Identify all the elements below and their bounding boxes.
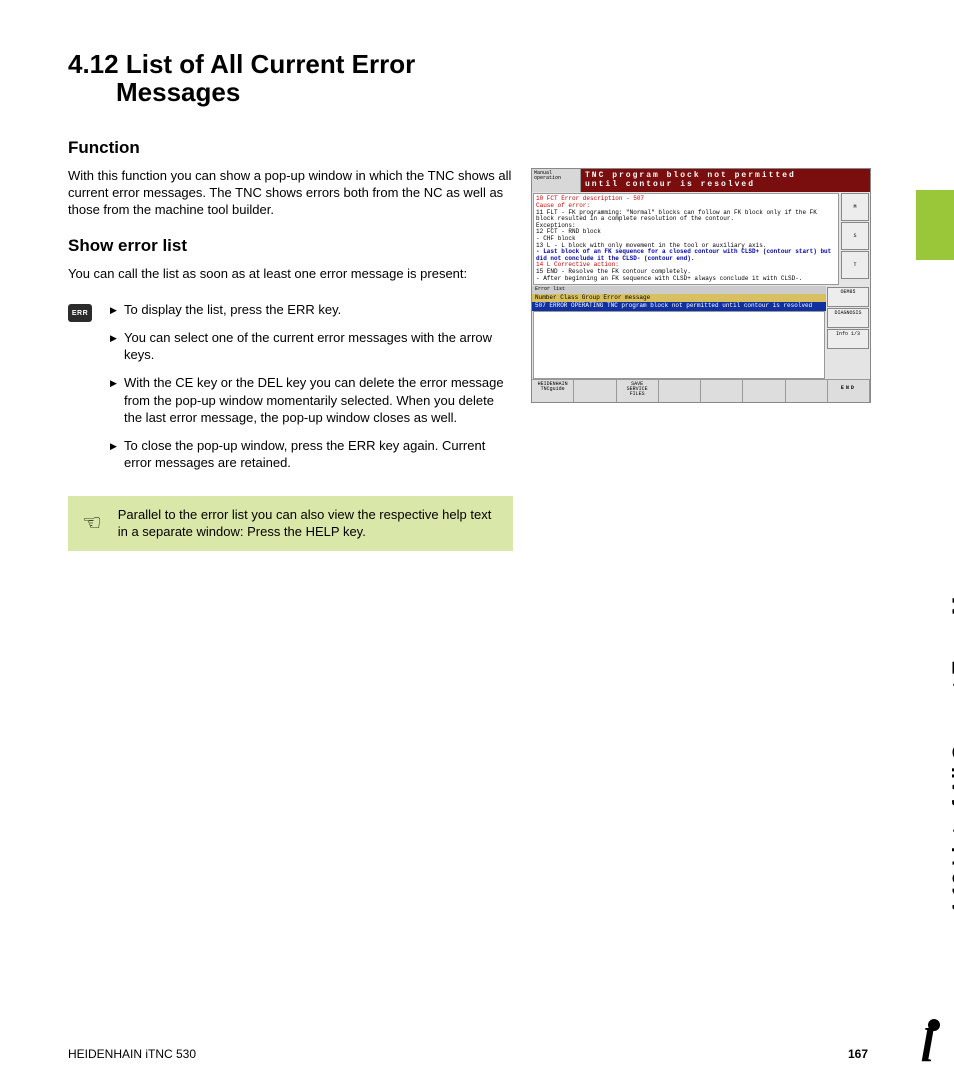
m-button[interactable]: M xyxy=(841,193,869,221)
section-heading: 4.12 List of All Current Error Messages xyxy=(68,50,868,108)
code-line: 12 FCT - RND block xyxy=(536,229,836,236)
empty-softkey xyxy=(743,380,785,402)
tncguide-button[interactable]: HEIDENHAIN TNCguide xyxy=(532,380,574,402)
tnc-screenshot: Manual operation TNC program block not p… xyxy=(531,168,871,403)
list-item: To display the list, press the ERR key. xyxy=(110,301,513,319)
s-button[interactable]: S xyxy=(841,222,869,250)
list-item: With the CE key or the DEL key you can d… xyxy=(110,374,513,427)
tab-text: 4.12 List of All Current Error Messages xyxy=(948,510,954,915)
tab-color-block xyxy=(916,190,954,260)
right-panel: OEM85 DIAGNOSIS Info 1/3 xyxy=(826,286,870,379)
err-key-icon: ERR xyxy=(68,304,92,322)
main-content: 4.12 List of All Current Error Messages … xyxy=(68,50,868,551)
softkey-bar: HEIDENHAIN TNCguide SAVE SERVICE FILES xyxy=(532,379,870,402)
oem-button[interactable]: OEM85 xyxy=(827,287,869,307)
empty-softkey xyxy=(659,380,701,402)
function-paragraph: With this function you can show a pop-up… xyxy=(68,168,513,219)
t-button[interactable]: T xyxy=(841,251,869,279)
empty-softkey xyxy=(701,380,743,402)
code-line: - After beginning an FK sequence with CL… xyxy=(536,276,836,283)
footer-model: HEIDENHAIN iTNC 530 xyxy=(68,1047,196,1061)
thumb-tab: 4.12 List of All Current Error Messages xyxy=(904,40,954,520)
empty-softkey xyxy=(786,380,828,402)
hand-icon: ☜ xyxy=(82,508,102,538)
info-button[interactable]: Info 1/3 xyxy=(827,329,869,349)
errlist-columns: Number Class Group Error message xyxy=(532,294,826,303)
guide-label: TNCguide xyxy=(532,387,573,392)
errlist-body xyxy=(533,311,825,379)
section-title-2: Messages xyxy=(116,78,868,108)
code-line: 11 FLT - FK programming: "Normal" blocks… xyxy=(536,210,836,223)
section-title-1: List of All Current Error xyxy=(126,49,415,79)
save-line3: FILES xyxy=(617,392,658,397)
show-heading: Show error list xyxy=(68,236,513,256)
right-toolbar: M S T xyxy=(840,192,870,286)
page-footer: HEIDENHAIN iTNC 530 167 xyxy=(68,1047,868,1061)
diagnosis-button[interactable]: DIAGNOSIS xyxy=(827,308,869,328)
note-text: Parallel to the error list you can also … xyxy=(118,506,499,541)
note-box: ☜ Parallel to the error list you can als… xyxy=(68,496,513,551)
code-panel: 10 FCT Error description - 507 Cause of … xyxy=(533,193,839,285)
errlist-title: Error list xyxy=(532,286,826,294)
show-paragraph: You can call the list as soon as at leas… xyxy=(68,266,513,283)
banner-line2: until contour is resolved xyxy=(585,181,866,190)
errlist-row[interactable]: 507 ERROR OPERATING TNC program block no… xyxy=(532,302,826,311)
instruction-list: To display the list, press the ERR key. … xyxy=(110,301,513,481)
end-button[interactable]: END xyxy=(828,380,870,402)
empty-softkey xyxy=(574,380,616,402)
mode-label: Manual operation xyxy=(532,169,581,193)
list-item: You can select one of the current error … xyxy=(110,329,513,364)
info-icon: l xyxy=(921,1018,934,1073)
page-number: 167 xyxy=(848,1047,868,1061)
save-button[interactable]: SAVE SERVICE FILES xyxy=(617,380,659,402)
function-heading: Function xyxy=(68,138,868,158)
error-banner: TNC program block not permitted until co… xyxy=(581,169,870,193)
list-item: To close the pop-up window, press the ER… xyxy=(110,437,513,472)
section-number: 4.12 xyxy=(68,49,119,79)
